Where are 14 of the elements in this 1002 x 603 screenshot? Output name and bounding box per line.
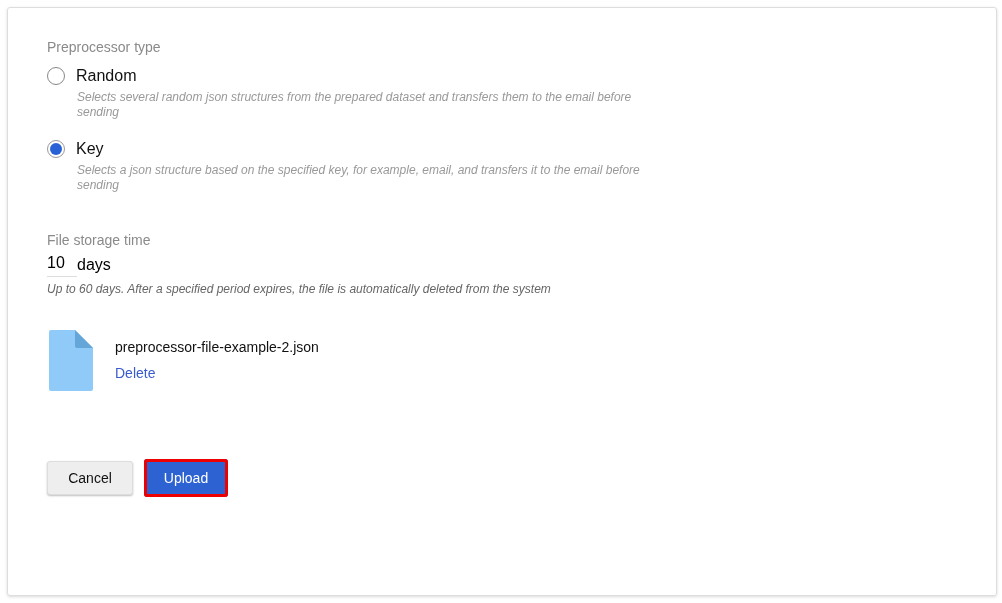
- file-name: preprocessor-file-example-2.json: [115, 339, 319, 355]
- days-input-field[interactable]: 10: [47, 254, 77, 277]
- radio-label[interactable]: Random: [76, 67, 137, 85]
- cancel-button[interactable]: Cancel: [47, 461, 133, 495]
- upload-button[interactable]: Upload: [144, 459, 228, 497]
- delete-link[interactable]: Delete: [115, 365, 156, 381]
- file-icon: [49, 330, 93, 391]
- section-label: File storage time: [47, 232, 152, 248]
- section-label: Preprocessor type: [47, 39, 162, 55]
- radio-label[interactable]: Key: [76, 140, 104, 158]
- unit-label: days: [77, 256, 111, 275]
- option-description: Selects several random json structures from the prepared dataset and transfers them to the email before sending: [77, 90, 633, 120]
- hint-text: Up to 60 days. After a specified period expires, the file is automatically deleted from the system: [47, 282, 552, 296]
- option-description: Selects a json structure based on the specified key, for example, email, and transfers it to the email before sending: [77, 163, 641, 193]
